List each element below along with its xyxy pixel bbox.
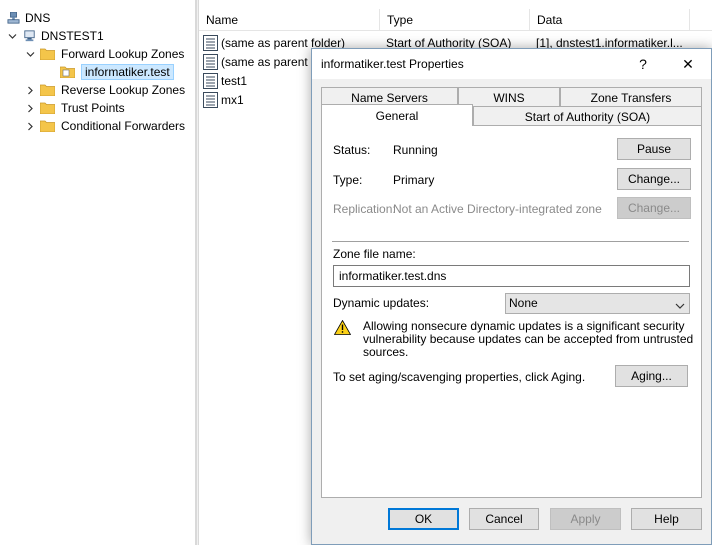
ok-button[interactable]: OK: [388, 508, 459, 530]
tree-item-informatiker-test[interactable]: informatiker.test: [60, 63, 174, 81]
tree-item-forward-lookup-zones[interactable]: Forward Lookup Zones: [24, 45, 184, 63]
dynamic-updates-select[interactable]: None: [505, 293, 690, 314]
folder-icon: [40, 102, 55, 114]
tree-label-trust-points: Trust Points: [61, 101, 125, 115]
cancel-button[interactable]: Cancel: [469, 508, 539, 530]
warning-text-line1: Allowing nonsecure dynamic updates is a …: [363, 319, 685, 333]
pause-button[interactable]: Pause: [617, 138, 691, 160]
help-button[interactable]: Help: [631, 508, 702, 530]
tab-wins[interactable]: WINS: [458, 87, 560, 107]
zone-file-label: Zone file name:: [333, 247, 416, 261]
properties-dialog: informatiker.test Properties ? ✕ Name Se…: [311, 48, 712, 545]
type-value: Primary: [393, 173, 435, 187]
dynamic-updates-value: None: [509, 296, 538, 310]
zone-icon: [60, 66, 75, 78]
tree-item-trust-points[interactable]: Trust Points: [24, 99, 125, 117]
zone-file-input[interactable]: informatiker.test.dns: [333, 265, 690, 287]
column-header-type[interactable]: Type: [380, 9, 530, 31]
chevron-right-icon[interactable]: [24, 102, 36, 114]
column-header-name[interactable]: Name: [199, 9, 380, 31]
aging-button[interactable]: Aging...: [615, 365, 688, 387]
table-row[interactable]: test1: [203, 72, 247, 90]
general-tab-panel: Status: Running Pause Type: Primary Chan…: [321, 125, 702, 498]
help-question-icon[interactable]: ?: [632, 54, 654, 74]
change-replication-button[interactable]: Change...: [617, 197, 691, 219]
type-label: Type:: [333, 173, 363, 187]
close-icon[interactable]: ✕: [677, 54, 699, 74]
record-icon: [203, 54, 218, 70]
column-header-data[interactable]: Data: [530, 9, 690, 31]
list-header: Name Type Data: [199, 9, 712, 31]
dialog-title: informatiker.test Properties: [321, 57, 464, 71]
tree-label-dns: DNS: [25, 11, 51, 25]
chevron-right-icon[interactable]: [24, 120, 36, 132]
separator: [332, 241, 689, 242]
chevron-down-icon: [675, 298, 685, 309]
tree-label-server: DNSTEST1: [41, 29, 104, 43]
server-icon: [22, 30, 35, 42]
tree-item-conditional-forwarders[interactable]: Conditional Forwarders: [24, 117, 185, 135]
tab-zone-transfers[interactable]: Zone Transfers: [560, 87, 702, 107]
record-name: (same as parent f: [221, 55, 315, 69]
change-type-button[interactable]: Change...: [617, 168, 691, 190]
folder-icon: [40, 120, 55, 132]
aging-text: To set aging/scavenging properties, clic…: [333, 370, 586, 384]
status-label: Status:: [333, 143, 371, 157]
tree-item-dns[interactable]: DNS: [6, 9, 50, 27]
record-icon: [203, 35, 218, 51]
table-row[interactable]: (same as parent f: [203, 53, 314, 71]
record-icon: [203, 92, 218, 108]
tree-label-forward-zones: Forward Lookup Zones: [61, 47, 185, 61]
tree-label-selected-zone: informatiker.test: [81, 64, 174, 80]
replication-value: Not an Active Directory-integrated zone: [393, 202, 602, 216]
chevron-down-icon[interactable]: [6, 30, 18, 42]
replication-label: Replication:: [333, 202, 396, 216]
tree-item-reverse-lookup-zones[interactable]: Reverse Lookup Zones: [24, 81, 185, 99]
record-name: test1: [221, 74, 248, 88]
chevron-down-icon[interactable]: [24, 48, 36, 60]
dynamic-updates-label: Dynamic updates:: [333, 296, 430, 310]
tree-label-conditional-forwarders: Conditional Forwarders: [61, 119, 186, 133]
table-row[interactable]: mx1: [203, 91, 244, 109]
apply-button[interactable]: Apply: [550, 508, 621, 530]
tab-start-of-authority[interactable]: Start of Authority (SOA): [473, 106, 702, 126]
console-tree: DNS DNSTEST1 Forward Lookup Zones inform…: [0, 0, 196, 545]
status-value: Running: [393, 143, 438, 157]
tree-item-server[interactable]: DNSTEST1: [6, 27, 104, 45]
tree-label-reverse-zones: Reverse Lookup Zones: [61, 83, 186, 97]
record-name: mx1: [221, 93, 244, 107]
warning-icon: [334, 320, 351, 335]
warning-text-line3: sources.: [363, 345, 409, 359]
record-icon: [203, 73, 218, 89]
dns-server-icon: [6, 12, 20, 24]
chevron-right-icon[interactable]: [24, 84, 36, 96]
warning-text-line2: vulnerability because updates can be acc…: [363, 332, 694, 346]
tab-general[interactable]: General: [321, 104, 473, 126]
folder-icon: [40, 48, 55, 60]
folder-icon: [40, 84, 55, 96]
dialog-titlebar[interactable]: informatiker.test Properties ? ✕: [312, 49, 711, 79]
